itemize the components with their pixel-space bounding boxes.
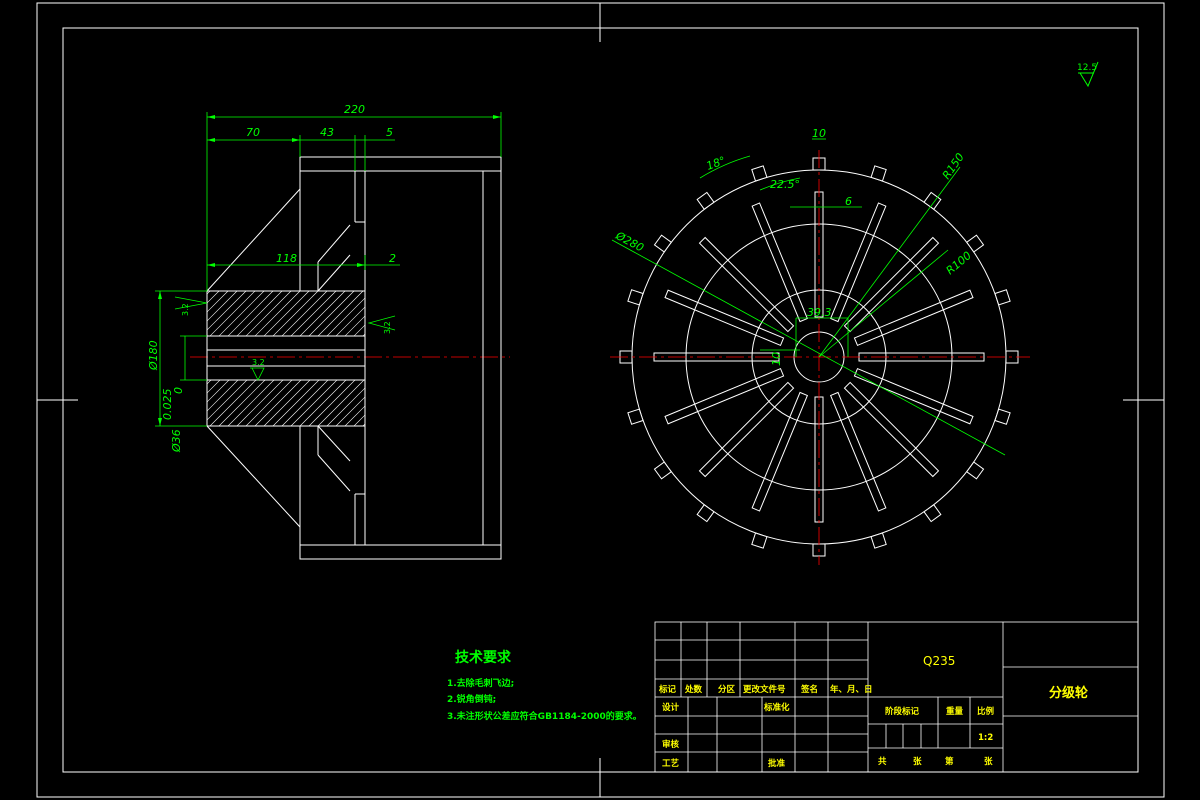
dim-slot-6: 6 bbox=[845, 195, 852, 208]
dim-dia-36: Ø36 bbox=[170, 429, 183, 453]
cad-drawing: 220 70 43 5 118 2 Ø180 0.025 0 Ø36 3.2 3… bbox=[0, 0, 1200, 800]
dim-43: 43 bbox=[320, 126, 334, 139]
dim-key-10: 10 bbox=[770, 352, 783, 366]
tb-ratio: 比例 bbox=[977, 706, 995, 717]
tb-standard: 标准化 bbox=[763, 702, 790, 713]
tb-review: 审核 bbox=[662, 739, 680, 750]
dim-angle-22-5: 22.5° bbox=[770, 178, 800, 191]
roughness-value-3: 3.2 bbox=[252, 358, 265, 367]
dim-hub-39-3: 39.3 bbox=[807, 306, 832, 319]
tech-req-title: 技术要求 bbox=[455, 649, 512, 666]
tb-count: 处数 bbox=[684, 684, 703, 695]
tb-approve: 批准 bbox=[768, 758, 786, 769]
tb-material: Q235 bbox=[923, 654, 955, 668]
dim-tolerance-zero: 0 bbox=[172, 387, 185, 394]
roughness-value-1: 3.2 bbox=[181, 303, 190, 316]
tb-mark: 标记 bbox=[658, 684, 677, 695]
roughness-value-2: 3.2 bbox=[383, 321, 392, 334]
tb-sheet-unit: 张 bbox=[984, 757, 993, 767]
tb-stage-mark: 阶段标记 bbox=[885, 706, 920, 717]
dim-width-10: 10 bbox=[812, 127, 826, 140]
dim-5: 5 bbox=[386, 126, 393, 139]
tech-req-item-1: 1.去除毛刺飞边; bbox=[447, 677, 514, 689]
tb-part-name: 分级轮 bbox=[1049, 685, 1088, 701]
dim-118: 118 bbox=[276, 252, 297, 265]
tb-sign: 签名 bbox=[800, 684, 818, 695]
dim-70: 70 bbox=[246, 126, 260, 139]
dim-overall-220: 220 bbox=[344, 103, 365, 116]
tb-page: 第 bbox=[945, 756, 954, 767]
tb-scale: 1:2 bbox=[978, 733, 993, 743]
tb-total: 共 bbox=[878, 756, 887, 767]
tb-weight: 重量 bbox=[946, 706, 964, 717]
tb-design: 设计 bbox=[662, 702, 680, 713]
roughness-12-5: 12.5 bbox=[1077, 63, 1097, 73]
tech-req-item-3: 3.未注形状公差应符合GB1184-2000的要求。 bbox=[447, 710, 642, 722]
tb-sheets: 张 bbox=[913, 757, 922, 767]
tb-zone: 分区 bbox=[718, 684, 736, 695]
tech-req-item-2: 2.锐角倒钝; bbox=[447, 693, 496, 705]
tb-date: 年、月、日 bbox=[830, 684, 873, 695]
tb-process: 工艺 bbox=[662, 758, 680, 769]
tb-doc-no: 更改文件号 bbox=[743, 684, 786, 695]
dim-dia-180: Ø180 bbox=[147, 340, 160, 371]
dim-2: 2 bbox=[389, 252, 396, 265]
